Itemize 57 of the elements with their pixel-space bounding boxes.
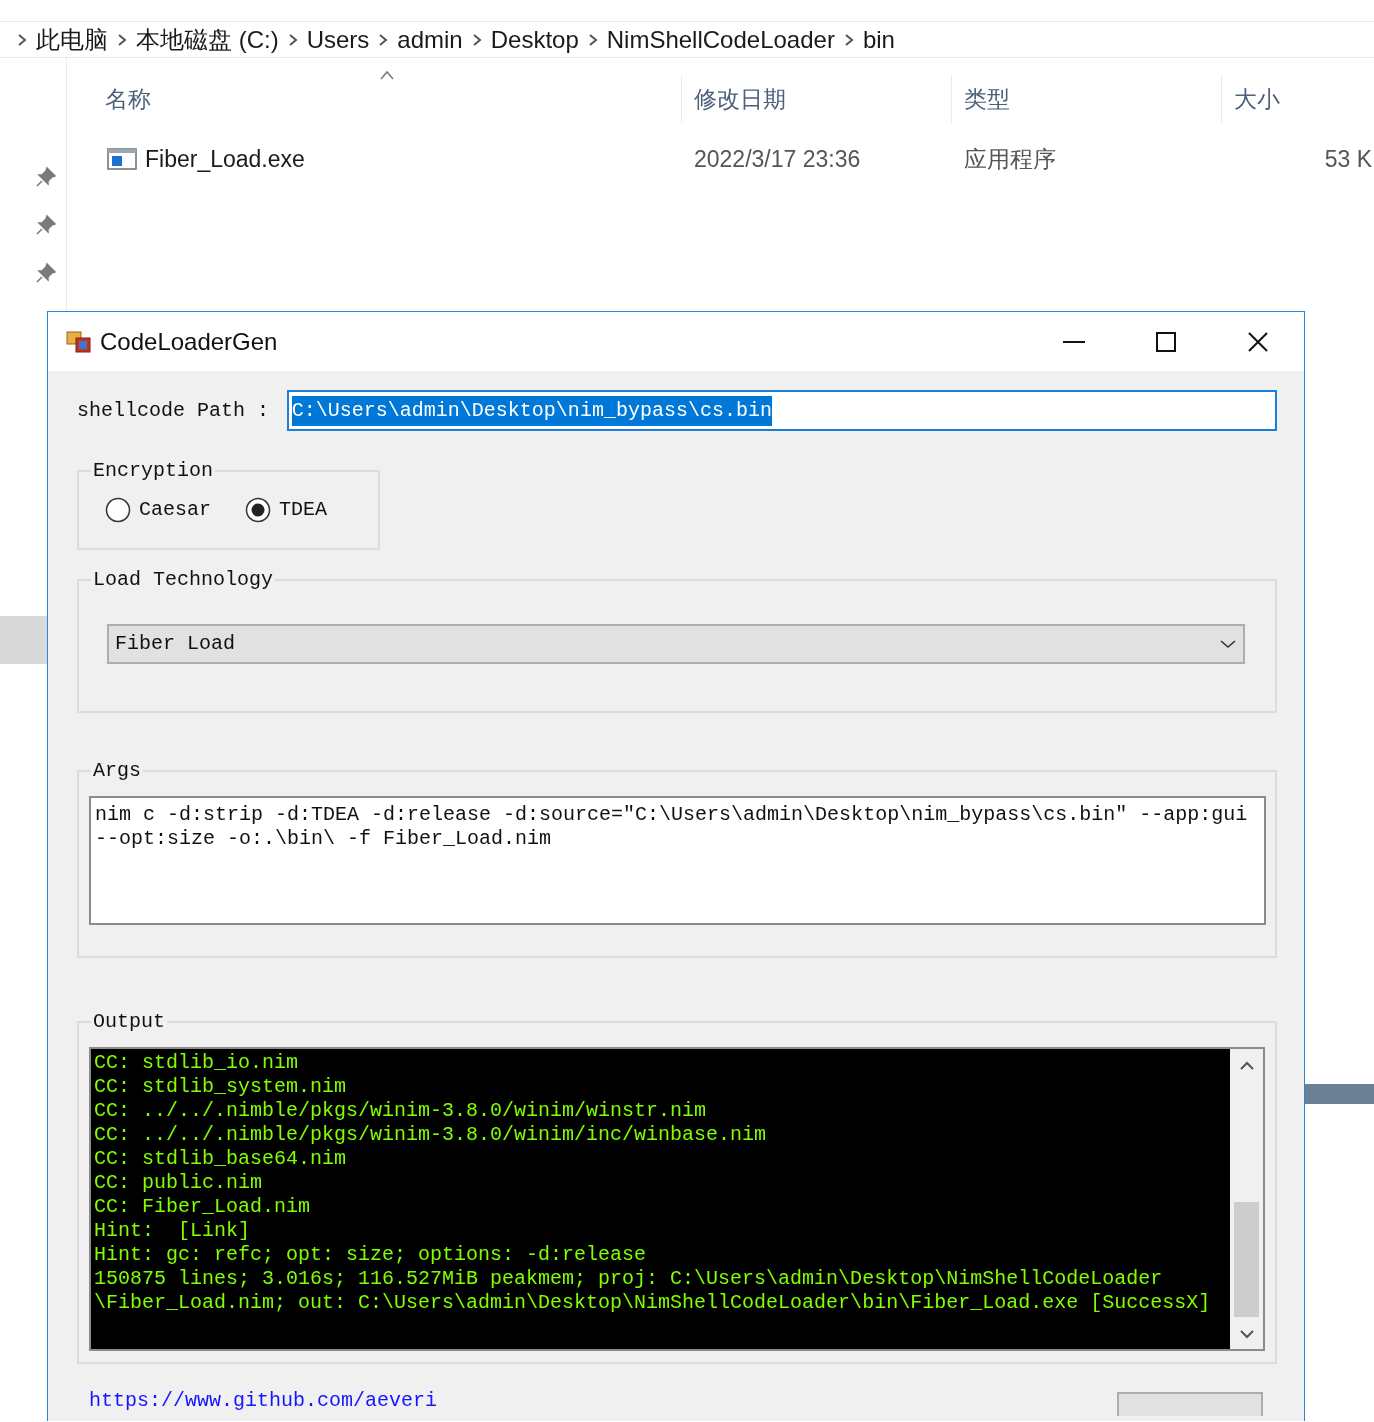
args-textarea[interactable]: nim c -d:strip -d:TDEA -d:release -d:source="C:\Users\admin\Desktop\nim_bypass\cs.bin" --app:gui --opt:size -o:.\bin\ -f Fiber_Load.nim bbox=[89, 796, 1266, 925]
output-line: CC: stdlib_io.nim bbox=[94, 1051, 300, 1075]
column-header[interactable]: 修改日期 bbox=[694, 81, 786, 117]
window-title: CodeLoaderGen bbox=[100, 326, 278, 357]
output-line: CC: stdlib_base64.nim bbox=[94, 1147, 348, 1171]
app-icon bbox=[66, 328, 92, 355]
output-line: CC: ../../.nimble/pkgs/winim-3.8.0/winim/inc/winbase.nim bbox=[94, 1123, 768, 1147]
radio-option[interactable]: Caesar bbox=[105, 495, 211, 525]
modified-date: 2022/3/17 23:36 bbox=[694, 145, 861, 172]
breadcrumb-item[interactable]: Users bbox=[306, 21, 370, 58]
field-label: shellcode Path : bbox=[77, 397, 271, 424]
maximize-icon bbox=[1156, 331, 1176, 352]
breadcrumb-item[interactable]: NimShellCodeLoader bbox=[606, 21, 835, 58]
dropdown[interactable]: Fiber Load bbox=[107, 624, 1245, 664]
scroll-down-icon[interactable] bbox=[1238, 1329, 1255, 1339]
output-line: CC: public.nim bbox=[94, 1171, 264, 1195]
group-title: Encryption bbox=[92, 461, 215, 481]
breadcrumb-item[interactable]: 此电脑 bbox=[36, 21, 108, 58]
radio-button[interactable] bbox=[105, 497, 131, 523]
breadcrumb-item[interactable]: admin bbox=[397, 21, 463, 58]
output-line: CC: ../../.nimble/pkgs/winim-3.8.0/winim/winstr.nim bbox=[94, 1099, 708, 1123]
breadcrumb-item[interactable]: bin bbox=[862, 21, 895, 58]
path-field[interactable]: C:\Users\admin\Desktop\nim_bypass\cs.bin bbox=[286, 390, 1277, 431]
file-type: 应用程序 bbox=[964, 145, 1056, 172]
breadcrumb-item[interactable]: Desktop bbox=[490, 21, 579, 58]
output-line: \Fiber_Load.nim; out: C:\Users\admin\Desktop\NimShellCodeLoader\bin\Fiber_Load.exe [SuccessX] bbox=[94, 1291, 1212, 1315]
window-edge bbox=[1305, 1084, 1374, 1104]
breadcrumb-item[interactable]: 本地磁盘 (C:) bbox=[136, 21, 279, 58]
application-icon bbox=[107, 147, 137, 171]
minimize-icon bbox=[1063, 340, 1085, 343]
group-title: Args bbox=[92, 761, 142, 781]
pin-icon[interactable] bbox=[35, 214, 57, 236]
chevron-icon[interactable] bbox=[116, 32, 128, 47]
nav-selection bbox=[0, 616, 47, 664]
radio-button[interactable] bbox=[245, 497, 271, 523]
file-size: 53 K bbox=[1324, 145, 1372, 172]
group-title: Output bbox=[92, 1012, 166, 1032]
output-line: CC: stdlib_system.nim bbox=[94, 1075, 348, 1099]
chevron-icon[interactable] bbox=[16, 32, 28, 47]
pin-icon[interactable] bbox=[35, 166, 57, 188]
file-name[interactable]: Fiber_Load.exe bbox=[145, 141, 305, 177]
radio-option[interactable]: TDEA bbox=[245, 495, 328, 525]
column-header[interactable]: 类型 bbox=[964, 81, 1010, 117]
close-icon bbox=[1248, 331, 1268, 352]
output-line: 150875 lines; 3.016s; 116.527MiB peakmem; proj: C:\Users\admin\Desktop\NimShellCodeLoader bbox=[94, 1267, 1164, 1291]
link[interactable]: https://www.github.com/aeveri bbox=[89, 1386, 438, 1416]
chevron-icon[interactable] bbox=[377, 32, 390, 47]
column-header[interactable]: 大小 bbox=[1234, 81, 1280, 117]
scrollbar[interactable] bbox=[1230, 1049, 1263, 1349]
output-line: Hint: gc: refc; opt: size; options: -d:release bbox=[94, 1243, 648, 1267]
output-line: Hint: [Link] bbox=[94, 1219, 252, 1243]
group-title: Load Technology bbox=[92, 570, 275, 590]
column-header[interactable]: 名称 bbox=[105, 81, 151, 117]
scroll-up-icon[interactable] bbox=[1238, 1061, 1255, 1071]
pin-icon[interactable] bbox=[35, 262, 57, 284]
scroll-thumb[interactable] bbox=[1234, 1202, 1259, 1317]
output-line: CC: Fiber_Load.nim bbox=[94, 1195, 312, 1219]
